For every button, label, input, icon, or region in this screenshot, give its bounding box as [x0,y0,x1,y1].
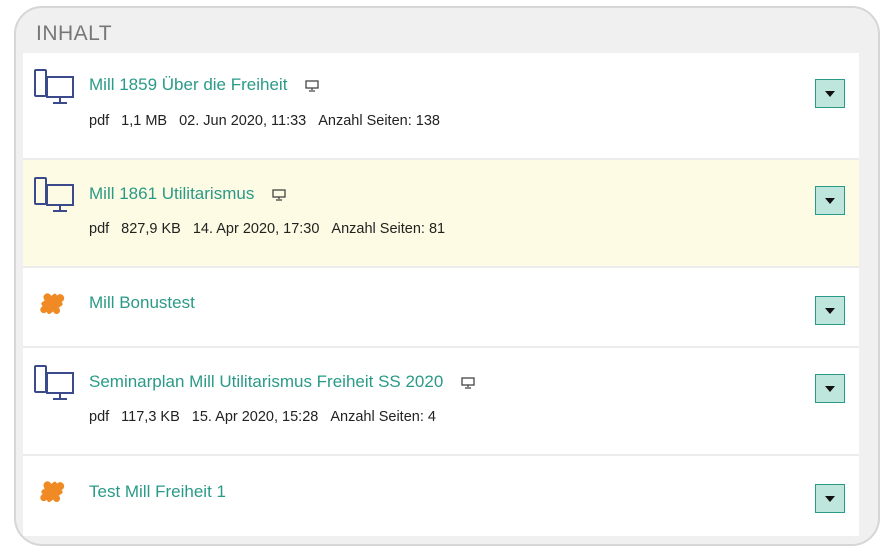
document-icon [33,68,77,112]
content-panel: INHALT Mill 1859 Über die Freiheit pdf 1… [14,6,880,546]
chevron-down-icon [825,90,835,97]
puzzle-icon [33,473,77,517]
item-size: 827,9 KB [121,221,181,237]
panel-title: INHALT [36,22,113,45]
item-pages: Anzahl Seiten: 4 [330,409,436,425]
actions-dropdown-button[interactable] [815,186,845,215]
actions-dropdown-button[interactable] [815,484,845,513]
item-pages: Anzahl Seiten: 81 [331,221,446,237]
item-title-link[interactable]: Test Mill Freiheit 1 [89,482,226,502]
item-title-link[interactable]: Mill Bonustest [89,293,195,313]
item-size: 117,3 KB [121,409,180,425]
item-format: pdf [89,113,110,129]
chevron-down-icon [825,197,835,204]
content-list: Mill 1859 Über die Freiheit pdf 1,1 MB 0… [23,53,859,536]
list-item: Mill Bonustest [23,268,859,348]
list-item: Mill 1861 Utilitarismus pdf 827,9 KB 14.… [23,160,859,268]
item-date: 14. Apr 2020, 17:30 [192,221,320,237]
actions-dropdown-button[interactable] [815,374,845,403]
item-size: 1,1 MB [121,113,168,129]
item-date: 15. Apr 2020, 15:28 [191,409,319,425]
monitor-icon [461,376,475,389]
actions-dropdown-button[interactable] [815,296,845,325]
monitor-icon [305,79,320,92]
document-icon [33,364,77,408]
chevron-down-icon [825,385,835,392]
item-title-link[interactable]: Mill 1859 Über die Freiheit [89,75,287,95]
item-title-link[interactable]: Seminarplan Mill Utilitarismus Freiheit … [89,372,443,392]
item-date: 02. Jun 2020, 11:33 [179,113,307,129]
item-format: pdf [89,221,110,237]
monitor-icon [272,188,286,201]
item-format: pdf [89,409,110,425]
document-icon [33,176,77,220]
item-title-link[interactable]: Mill 1861 Utilitarismus [89,184,254,204]
actions-dropdown-button[interactable] [815,79,845,108]
list-item: Test Mill Freiheit 1 [23,456,859,536]
puzzle-icon [33,285,77,329]
list-item: Mill 1859 Über die Freiheit pdf 1,1 MB 0… [23,53,859,160]
chevron-down-icon [825,495,835,502]
chevron-down-icon [825,307,835,314]
item-pages: Anzahl Seiten: 138 [318,113,440,129]
list-item: Seminarplan Mill Utilitarismus Freiheit … [23,348,859,456]
